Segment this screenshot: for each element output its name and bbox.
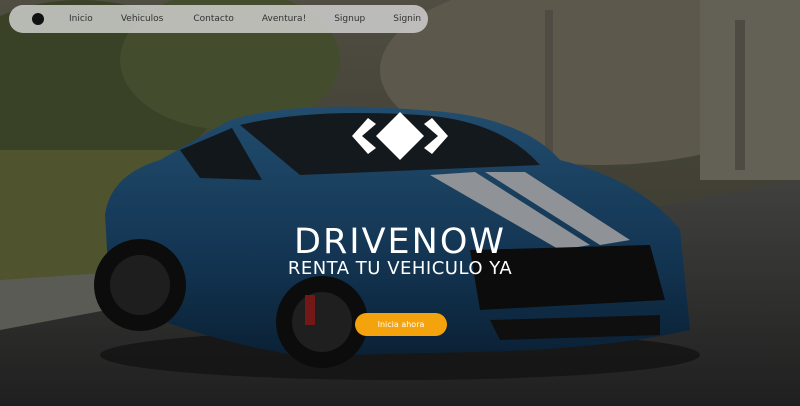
nav-link-signin[interactable]: Signin <box>393 14 421 24</box>
nav-link-signup[interactable]: Signup <box>334 14 365 24</box>
nav-links: Inicio Vehiculos Contacto Aventura! Sign… <box>69 14 421 24</box>
nav-link-vehiculos[interactable]: Vehiculos <box>121 14 164 24</box>
nav-link-inicio[interactable]: Inicio <box>69 14 93 24</box>
top-nav: Inicio Vehiculos Contacto Aventura! Sign… <box>9 5 428 33</box>
start-now-button[interactable]: Inicia ahora <box>355 313 447 336</box>
brand-dot-icon[interactable] <box>32 13 44 25</box>
diamond-chevrons-logo-icon <box>352 112 448 160</box>
hero-title: DRIVENOW <box>294 222 506 263</box>
nav-link-aventura[interactable]: Aventura! <box>262 14 306 24</box>
nav-link-contacto[interactable]: Contacto <box>193 14 234 24</box>
hero-overlay <box>0 0 800 406</box>
hero-subtitle: RENTA TU VEHICULO YA <box>287 258 513 279</box>
